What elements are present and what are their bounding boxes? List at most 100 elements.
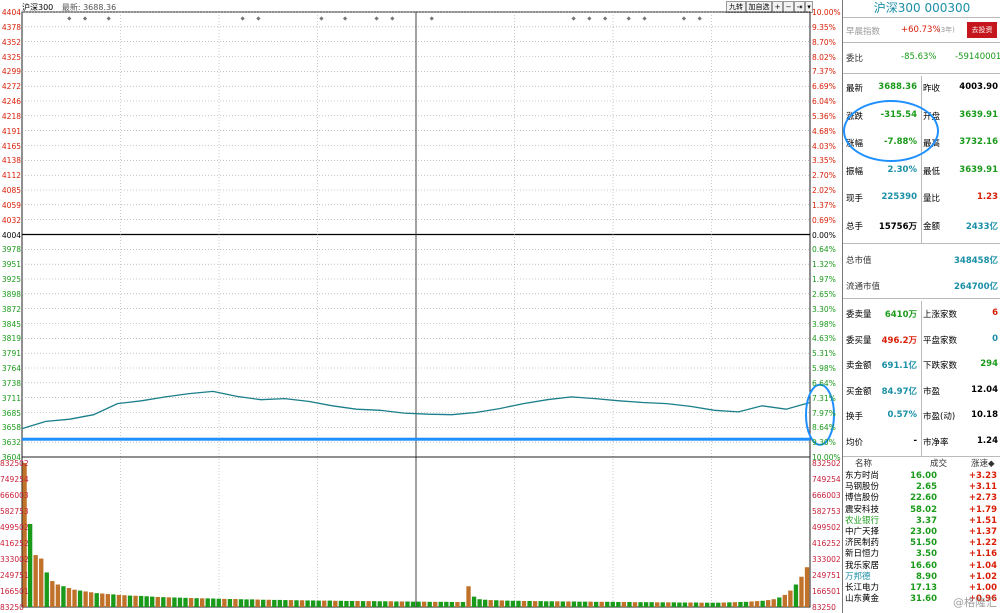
price-tick-label: 4112	[1, 171, 21, 181]
volume-bar	[238, 599, 244, 607]
price-tick-label: 4299	[1, 67, 21, 77]
stock-row[interactable]: 我乐家居 16.60 +1.04	[843, 561, 1000, 572]
event-marker-icon	[697, 16, 702, 21]
column-divider	[921, 301, 922, 456]
pct-tick-label: 2.02%	[812, 186, 836, 195]
volume-bar	[66, 587, 72, 607]
event-marker-icon	[681, 16, 687, 21]
volume-bar	[532, 601, 538, 607]
price-tick-label: 3632	[1, 438, 21, 448]
volume-bar	[172, 597, 177, 607]
stock-name: 万邦德	[845, 571, 871, 582]
stock-speed: +1.79	[968, 504, 997, 515]
event-marker-icon	[240, 16, 245, 21]
volume-tick-label: 499502	[812, 523, 841, 532]
volume-bar	[377, 601, 382, 607]
pct-tick-label: 3.98%	[812, 319, 836, 329]
pct-tick-label: 1.37%	[812, 200, 836, 210]
market-row: 流通市值 264700亿	[843, 277, 1000, 293]
field-label: 现手	[846, 194, 864, 204]
volume-bar	[72, 589, 77, 607]
stock-price: 17.13	[910, 583, 937, 593]
price-tick-label: 3872	[1, 304, 21, 314]
volume-bar	[272, 599, 277, 607]
stock-row[interactable]: 马钢股份 2.65 +3.11	[843, 482, 1000, 493]
col-speed: 涨速◆	[971, 459, 995, 469]
stock-speed: +3.23	[968, 471, 997, 481]
volume-bar	[727, 602, 732, 607]
field-label: 金额	[923, 221, 941, 232]
volume-bar	[571, 601, 577, 607]
volume-bar	[266, 599, 271, 607]
volume-bar	[122, 595, 127, 607]
volume-bar	[100, 593, 105, 607]
price-tick-label: 4272	[1, 82, 21, 92]
volume-tick-label: 249751	[812, 571, 841, 580]
stock-row[interactable]: 新日恒力 3.50 +1.16	[843, 549, 1000, 560]
field-label: 振幅	[846, 166, 864, 177]
volume-bar	[527, 600, 532, 607]
volume-bar	[482, 599, 488, 607]
quote-panel: 沪深300 000300 早晨指数 +60.73% (3年) 去投资 委比 -8…	[842, 0, 1000, 613]
event-marker-icon	[429, 16, 434, 21]
volume-tick-label: 333002	[0, 555, 29, 564]
stock-row[interactable]: 长江电力 17.13 +1.00	[843, 583, 1000, 594]
volume-bar	[244, 599, 249, 607]
stock-price: 31.60	[910, 594, 937, 605]
volume-bar	[416, 601, 421, 607]
volume-bar	[338, 600, 344, 607]
volume-bar	[199, 598, 205, 607]
volume-bar	[544, 601, 549, 607]
volume-tick-label: 749254	[812, 475, 841, 484]
volume-bar	[788, 590, 793, 607]
field-value: 348458亿	[954, 256, 998, 266]
volume-bar	[183, 597, 188, 607]
volume-bar	[194, 598, 199, 607]
volume-bar	[638, 602, 643, 607]
stock-row[interactable]: 济民制药 51.50 +1.22	[843, 538, 1000, 549]
volume-bar	[582, 601, 588, 607]
stock-row[interactable]: 震安科技 58.02 +1.79	[843, 505, 1000, 516]
col-name: 名称	[855, 459, 873, 469]
intraday-chart[interactable]: 沪深300 最新: 3688.36 九转 加自选 + − ⇥ ▾ 4404 10.…	[0, 0, 845, 613]
volume-bar	[261, 599, 266, 607]
stock-price: 2.65	[916, 482, 937, 493]
stock-row[interactable]: 农业银行 3.37 +1.51	[843, 516, 1000, 527]
stock-price: 8.90	[916, 571, 937, 582]
stock-row[interactable]: 东方时尚 16.00 +3.23	[843, 471, 1000, 482]
stock-price: 22.60	[910, 493, 937, 504]
price-tick-label: 3764	[1, 364, 21, 373]
volume-bar	[771, 599, 776, 607]
volume-bar	[516, 600, 521, 607]
pct-tick-label: 8.70%	[812, 37, 836, 47]
volume-bar	[394, 601, 399, 607]
invest-button[interactable]: 去投资	[967, 22, 997, 38]
field-label: 平盘家数	[923, 335, 958, 346]
volume-tick-label: 666003	[0, 491, 29, 500]
volume-bar	[399, 601, 405, 607]
volume-bar	[716, 602, 721, 607]
event-marker-icon	[67, 16, 72, 21]
volume-bar	[616, 601, 621, 607]
volume-bar	[138, 595, 144, 607]
stock-row[interactable]: 博信股份 22.60 +2.73	[843, 493, 1000, 504]
field-label: 买金额	[846, 386, 872, 397]
volume-tick-label: 83250	[812, 603, 836, 612]
volume-tick-label: 333002	[812, 555, 841, 564]
volume-bar	[588, 601, 593, 607]
volume-bar	[560, 601, 566, 607]
field-label: 上涨家数	[923, 310, 958, 320]
stock-row[interactable]: 万邦德 8.90 +1.02	[843, 572, 1000, 583]
field-value: 3639.91	[959, 164, 998, 175]
stock-name: 震安科技	[845, 504, 880, 515]
volume-bar	[621, 601, 627, 607]
volume-bar	[388, 601, 394, 607]
volume-bar	[105, 594, 110, 607]
stock-price: 58.02	[910, 504, 937, 515]
volume-bar	[233, 599, 238, 607]
stock-row[interactable]: 中广天择 23.00 +1.37	[843, 527, 1000, 538]
event-marker-icon	[82, 16, 88, 21]
pct-tick-label: 6.69%	[812, 82, 836, 92]
event-marker-icon	[374, 16, 379, 21]
stock-price: 51.50	[910, 538, 937, 549]
